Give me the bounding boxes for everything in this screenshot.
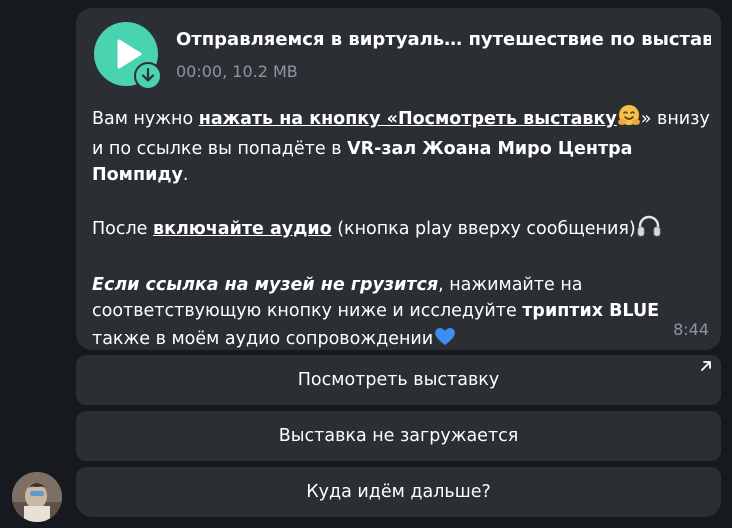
where-next-button[interactable]: Куда идём дальше? [76,467,721,517]
p3-text-b: также в моём аудио сопровождении [92,329,434,349]
view-exhibition-button[interactable]: Посмотреть выставку [76,355,721,405]
external-link-icon [701,361,711,371]
p2-text-a: После [92,219,154,239]
p2-text-b: (кнопка play вверху сообщения) [331,219,636,239]
download-button[interactable] [134,62,162,90]
message-bubble: Отправляемся в виртуаль… путешествие по … [76,8,721,350]
link-not-loading-italic: Если ссылка на музей не грузится [92,275,439,295]
turn-on-audio-link[interactable]: включайте аудио [153,219,332,239]
audio-title: Отправляемся в виртуаль… путешествие по … [176,29,711,50]
hugging-face-emoji [617,104,641,136]
paragraph-1: Вам нужно нажать на кнопку «Посмотреть в… [92,104,720,188]
view-exhibition-link[interactable]: нажать на кнопку «Посмотреть выставку [199,109,617,129]
message-time: 8:44 [673,320,709,339]
triptych-blue-bold: триптих BLUE [522,301,660,321]
paragraph-3: Если ссылка на музей не грузится, нажима… [92,272,720,356]
headphones-emoji [636,214,662,246]
download-icon [141,67,155,82]
where-next-label: Куда идём дальше? [306,482,491,502]
exhibition-not-loading-label: Выставка не загружается [278,426,519,446]
p1-text-c: . [182,165,189,185]
p1-text-a: Вам нужно [92,109,199,129]
avatar[interactable] [12,472,62,522]
paragraph-2: После включайте аудио (кнопка play вверх… [92,214,720,246]
message-text: Вам нужно нажать на кнопку «Посмотреть в… [92,104,720,356]
audio-meta: 00:00, 10.2 MB [176,62,298,81]
view-exhibition-label: Посмотреть выставку [297,370,500,390]
exhibition-not-loading-button[interactable]: Выставка не загружается [76,411,721,461]
blue-heart-emoji [433,324,457,356]
